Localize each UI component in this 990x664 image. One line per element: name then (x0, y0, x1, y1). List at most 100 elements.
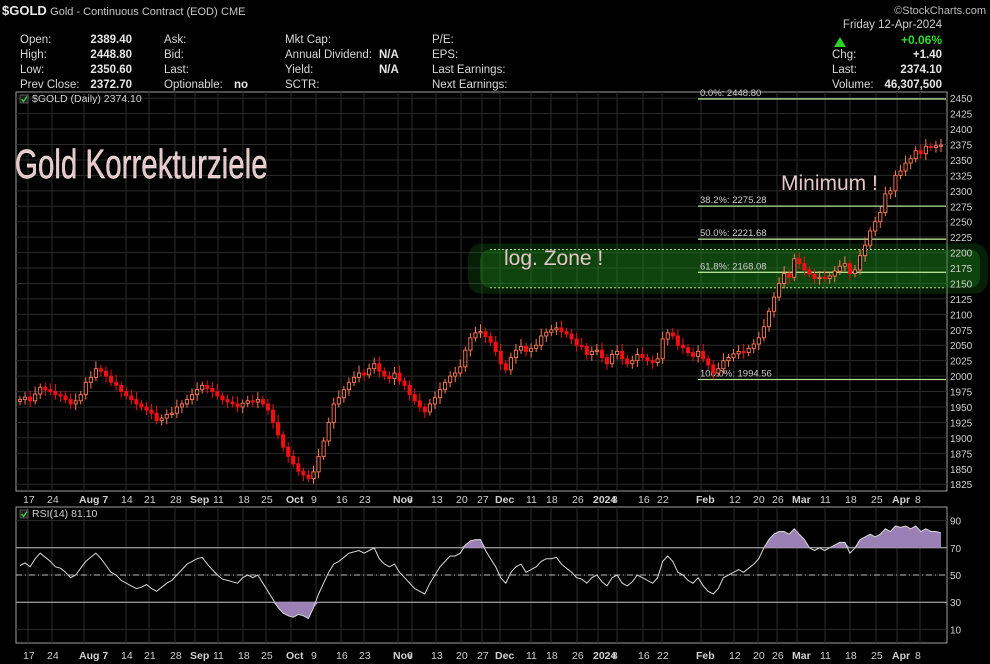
candle-body (473, 332, 478, 339)
candle-body (660, 338, 665, 360)
quote-date: Friday 12-Apr-2024 (842, 19, 942, 31)
candle-body (205, 384, 210, 389)
candle-body (448, 375, 453, 383)
rsi-tick-label: 50 (950, 571, 962, 582)
candle-body (58, 394, 63, 397)
last-value: 2374.10 (900, 64, 942, 76)
prev-close-label: Prev Close: (20, 79, 80, 91)
x-tick-label-bottom: 14 (121, 650, 133, 662)
x-tick-label: Apr (892, 494, 910, 506)
x-tick-label-bottom: 11 (526, 650, 537, 662)
candle-body (286, 446, 291, 457)
candle-body (883, 193, 888, 213)
candle-body (372, 363, 377, 370)
annotation-title: Gold Korrekturziele (15, 141, 268, 187)
x-tick-label-bottom: 21 (144, 650, 156, 662)
x-tick-label: 11 (213, 494, 224, 506)
candle-body (139, 403, 144, 408)
candle-body (78, 394, 83, 402)
price-tick-label: 2425 (950, 110, 973, 121)
x-tick-label: 22 (657, 494, 669, 506)
candle-body (721, 360, 726, 370)
candle-body (367, 368, 372, 376)
high-label: High: (20, 49, 47, 61)
candle-body (149, 409, 154, 414)
candle-body (665, 332, 670, 340)
x-tick-label: 8 (915, 494, 921, 506)
candle-body (341, 389, 346, 399)
price-tick-label: 2150 (950, 279, 973, 290)
x-tick-label: 20 (456, 494, 468, 506)
x-axis-top: 17 24 Aug 7 14 21 28 Sep 11 18 25 Oct 9 16 23 Nov6 13 20… (23, 494, 921, 506)
candle-body (114, 381, 119, 386)
x-tick-label-bottom: 13 (431, 650, 443, 662)
price-tick-label: 2125 (950, 295, 973, 306)
price-tick-label: 2200 (950, 249, 973, 260)
x-tick-label: 14 (121, 494, 133, 506)
yield-label: Yield: (285, 64, 314, 76)
exchange: CME (221, 6, 246, 18)
candle-body (382, 370, 387, 377)
candle-body (771, 296, 777, 312)
price-tick-label: 1850 (950, 465, 973, 476)
candle-body (518, 346, 524, 351)
candle-body (311, 471, 316, 480)
candle-body (579, 344, 584, 347)
candle-body (539, 335, 544, 346)
prev-close-value: 2372.70 (90, 79, 132, 91)
x-tick-label: 20 (753, 494, 765, 506)
candle-body (761, 326, 766, 339)
candle-body (164, 413, 169, 419)
candle-body (179, 403, 184, 408)
pe-label: P/E: (432, 34, 454, 46)
x-tick-label: 27 (477, 494, 489, 506)
candle-body (331, 403, 336, 423)
low-value: 2350.60 (90, 64, 132, 76)
high-value: 2448.80 (90, 49, 132, 61)
x-tick-label: 28 (170, 494, 182, 506)
x-tick-label-bottom: 11 (213, 650, 224, 662)
candle-body (488, 336, 493, 343)
price-tick-label: 2300 (950, 187, 973, 198)
candle-body (706, 358, 711, 366)
candle-body (174, 406, 179, 414)
price-tick-label: 1875 (950, 449, 973, 460)
last-label: Last: (164, 64, 189, 76)
x-tick-label-bottom: 25 (261, 650, 273, 662)
candle-body (169, 412, 174, 415)
price-tick-label: 2325 (950, 171, 973, 182)
candle-body (893, 174, 898, 192)
candle-body (736, 350, 741, 355)
candle-body (650, 360, 655, 363)
candle-body (888, 190, 893, 195)
candle-body (443, 381, 448, 391)
symbol: $GOLD (2, 3, 47, 18)
candle-body (777, 283, 782, 298)
x-tick-label: 25 (871, 494, 883, 506)
candle-body (640, 354, 645, 359)
x-tick-label-bottom: 12 (729, 650, 741, 662)
candle-body (655, 358, 660, 363)
candle-body (857, 255, 863, 271)
candle-body (751, 343, 756, 349)
candle-body (787, 273, 792, 278)
candle-body (574, 338, 579, 346)
candle-body (599, 349, 605, 359)
x-tick-label-bottom: 23 (359, 650, 371, 662)
candle-body (154, 412, 159, 422)
sctr-label: SCTR: (285, 79, 320, 91)
open-value: 2389.40 (90, 34, 132, 46)
candle-body (220, 395, 225, 401)
candle-body (230, 401, 235, 405)
price-tick-label: 2175 (950, 264, 973, 275)
chg-label: Chg: (832, 49, 857, 61)
x-tick-label-bottom: 8 (612, 650, 618, 662)
candle-body (478, 331, 483, 334)
candle-body (402, 380, 407, 386)
candle-body (73, 400, 78, 405)
annotation-zone: log. Zone ! (504, 247, 603, 270)
candle-body (523, 346, 529, 352)
candle-body (898, 170, 903, 176)
price-tick-label: 2400 (950, 125, 973, 136)
x-tick-label-bottom: 8 (915, 650, 921, 662)
